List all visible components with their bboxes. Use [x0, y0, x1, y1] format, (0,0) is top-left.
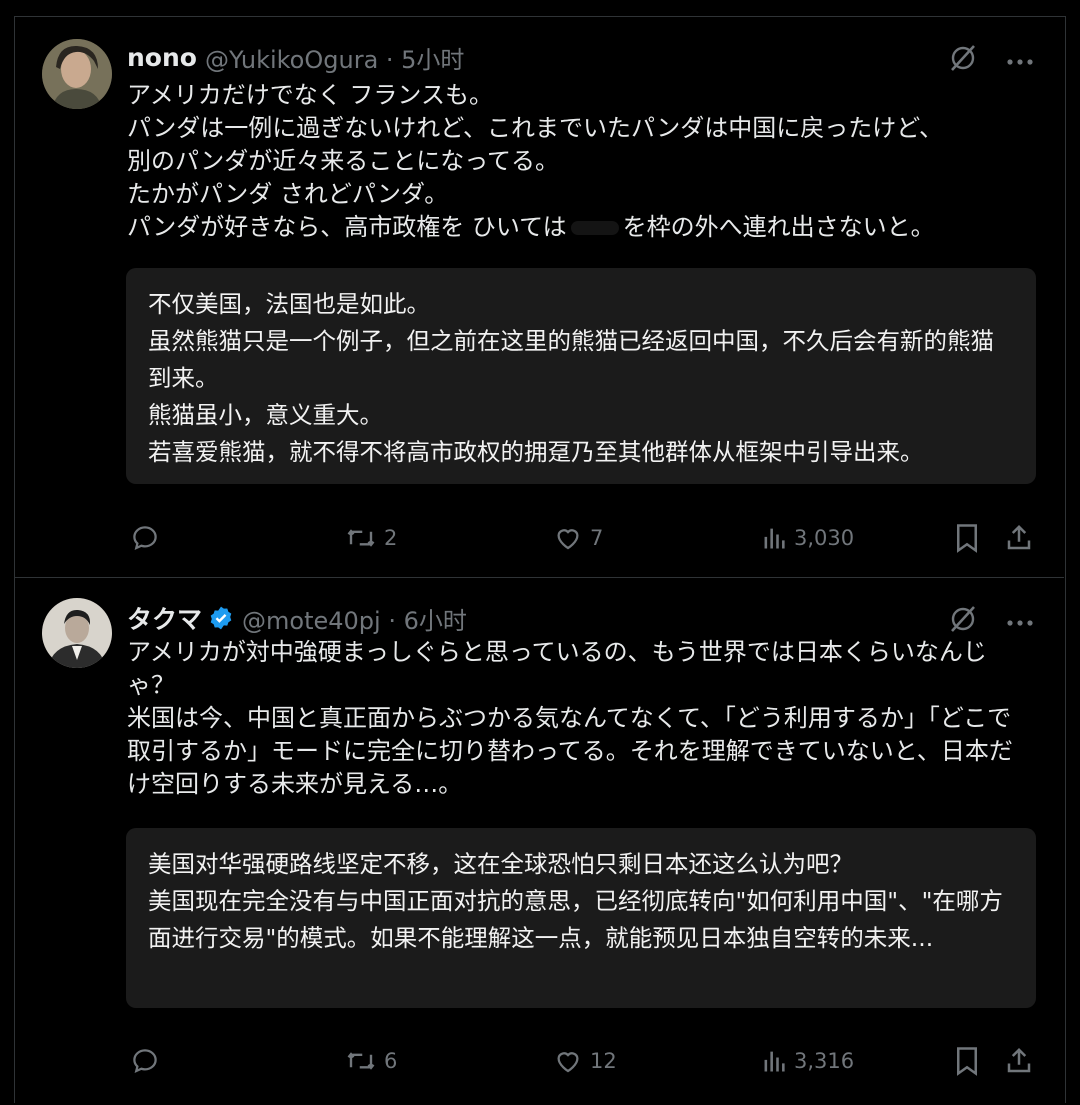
grok-icon[interactable]	[948, 43, 978, 77]
reply-icon	[133, 526, 157, 550]
translation-box: 不仅美国，法国也是如此。 虽然熊猫只是一个例子，但之前在这里的熊猫已经返回中国，…	[126, 268, 1036, 484]
views-icon	[764, 1051, 785, 1072]
tweet-text-tail: を枠の外へ連れ出さないと。	[622, 213, 935, 241]
share-icon	[1007, 524, 1031, 550]
retweet-button[interactable]: 2	[344, 518, 397, 558]
handle-and-time[interactable]: @mote40pj · 6小时	[242, 601, 467, 636]
like-count: 7	[590, 526, 604, 550]
like-button[interactable]: 7	[552, 518, 603, 558]
more-icon[interactable]	[1006, 612, 1034, 631]
handle-and-time[interactable]: @YukikoOgura · 5小时	[205, 40, 464, 75]
reply-icon	[133, 1049, 157, 1073]
bookmark-button[interactable]	[954, 1041, 980, 1081]
tweet-text: アメリカが対中強硬まっしぐらと思っているの、もう世界では日本くらいなんじゃ？ 米…	[127, 638, 1013, 798]
action-bar: 2 7 3,030	[126, 518, 1036, 558]
avatar[interactable]	[42, 598, 112, 668]
retweet-count: 2	[384, 526, 398, 550]
bookmark-icon	[957, 524, 977, 553]
views-button[interactable]: 3,316	[760, 1041, 854, 1081]
verified-badge-icon	[208, 605, 234, 631]
share-button[interactable]	[1004, 1041, 1034, 1081]
like-count: 12	[590, 1049, 617, 1073]
display-name[interactable]: nono	[127, 43, 197, 72]
more-icon[interactable]	[1006, 51, 1034, 70]
bookmark-icon	[957, 1047, 977, 1076]
views-count: 3,030	[794, 526, 855, 550]
blurred-text	[570, 221, 619, 235]
tweet-text: アメリカだけでなく フランスも。 パンダは一例に過ぎないけれど、これまでいたパン…	[127, 79, 1024, 244]
retweet-button[interactable]: 6	[344, 1041, 397, 1081]
avatar[interactable]	[42, 39, 112, 109]
translation-box: 美国对华强硬路线坚定不移，这在全球恐怕只剩日本还这么认为吧？ 美国现在完全没有与…	[126, 828, 1036, 1008]
reply-button[interactable]	[130, 518, 160, 558]
display-name[interactable]: タクマ	[127, 600, 202, 636]
share-button[interactable]	[1004, 518, 1034, 558]
action-bar: 6 12 3,316	[126, 1041, 1036, 1081]
views-button[interactable]: 3,030	[760, 518, 854, 558]
bookmark-button[interactable]	[954, 518, 980, 558]
retweet-icon	[347, 1052, 375, 1070]
grok-icon[interactable]	[948, 604, 978, 638]
retweet-count: 6	[384, 1049, 398, 1073]
like-icon	[557, 529, 579, 550]
like-button[interactable]: 12	[552, 1041, 617, 1081]
retweet-icon	[347, 529, 375, 547]
views-icon	[764, 528, 785, 549]
tweet[interactable]: nono @YukikoOgura · 5小时 アメリカだけでなく フランスも。…	[14, 17, 1064, 578]
like-icon	[557, 1052, 579, 1073]
reply-button[interactable]	[130, 1041, 160, 1081]
share-icon	[1007, 1047, 1031, 1073]
tweet[interactable]: タクマ @mote40pj · 6小时 アメリカが対中強硬まっしぐらと思っている…	[14, 578, 1064, 1098]
views-count: 3,316	[794, 1049, 855, 1073]
